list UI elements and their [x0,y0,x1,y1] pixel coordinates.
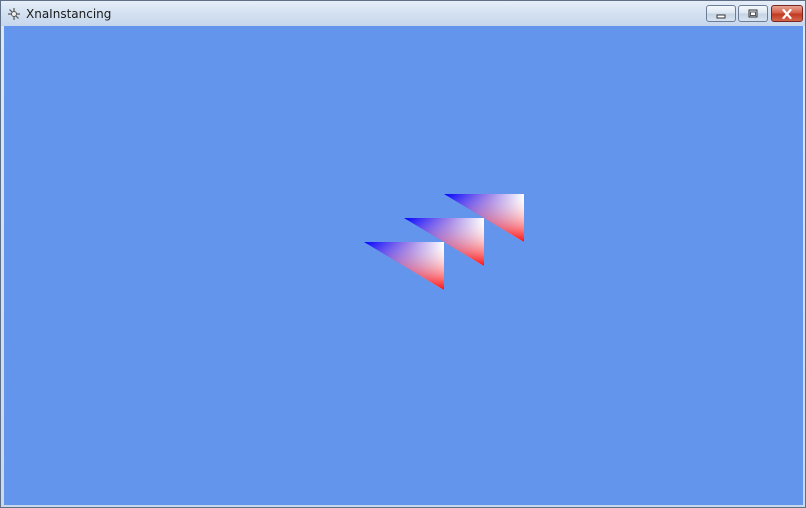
close-button[interactable] [771,5,803,22]
maximize-button[interactable] [738,5,768,22]
title-bar[interactable]: XnaInstancing [1,1,805,26]
triangle-instance [364,242,444,290]
close-icon [781,4,793,23]
game-viewport[interactable] [4,26,803,505]
minimize-button[interactable] [706,5,736,22]
scene-canvas [364,194,524,290]
window-title: XnaInstancing [26,7,112,21]
xna-app-icon[interactable] [6,6,22,22]
minimize-icon [715,4,727,23]
app-window: XnaInstancing [0,0,806,508]
maximize-icon [747,4,759,23]
